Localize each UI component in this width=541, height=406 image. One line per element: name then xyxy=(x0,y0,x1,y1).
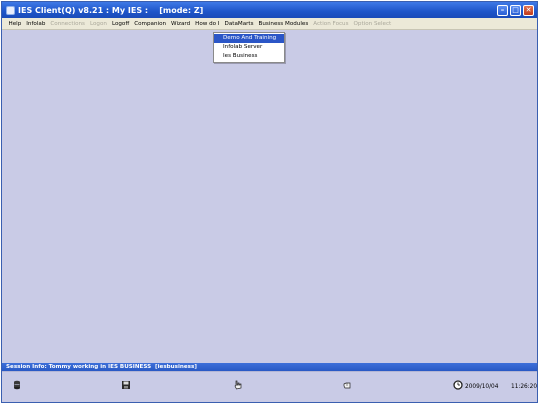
save-icon[interactable] xyxy=(121,380,131,390)
menu-option-select: Option Select xyxy=(353,20,392,27)
menu-connections: Connections xyxy=(50,20,85,27)
datamarts-dropdown: Demo And Training Infolab Server Ies Bus… xyxy=(213,32,285,63)
hand-pointer-icon[interactable] xyxy=(233,380,243,390)
menu-logoff[interactable]: Logoff xyxy=(109,21,131,27)
dropdown-item-ies-business[interactable]: Ies Business xyxy=(214,52,284,61)
menu-wizard[interactable]: Wizard xyxy=(169,21,193,27)
close-button[interactable]: ✕ xyxy=(523,4,534,16)
menu-logon: Logon xyxy=(89,20,107,27)
menu-business-modules[interactable]: Business Modules xyxy=(256,21,311,27)
dropdown-item-infolab-server[interactable]: Infolab Server xyxy=(214,43,284,52)
hand-icon[interactable] xyxy=(342,380,352,390)
title-bar[interactable]: IES Client(Q) v8.21 : My IES : [mode: Z]… xyxy=(2,2,537,18)
menu-infolab[interactable]: Infolab xyxy=(24,21,48,27)
minimize-button[interactable]: – xyxy=(497,4,508,16)
clock-icon xyxy=(453,380,463,390)
status-time: 11:26:20 xyxy=(511,384,538,390)
app-window: IES Client(Q) v8.21 : My IES : [mode: Z]… xyxy=(1,1,538,403)
maximize-button[interactable]: □ xyxy=(510,4,521,16)
window-controls: – □ ✕ xyxy=(497,4,534,16)
menu-companion[interactable]: Companion xyxy=(132,21,169,27)
status-bar: 2009/10/04 11:26:20 xyxy=(2,371,537,402)
menu-help[interactable]: Help xyxy=(6,21,24,27)
menu-action-focus: Action Focus xyxy=(313,20,349,27)
window-title: IES Client(Q) v8.21 : My IES : [mode: Z] xyxy=(18,5,204,15)
menu-bar: Help Infolab Connections Logon Logoff Co… xyxy=(2,18,537,30)
menu-datamarts[interactable]: DataMarts xyxy=(222,21,256,27)
app-icon xyxy=(6,5,15,15)
main-workspace xyxy=(2,30,537,364)
dropdown-item-demo-and-training[interactable]: Demo And Training xyxy=(214,34,284,43)
database-icon[interactable] xyxy=(12,380,22,390)
menu-how-do-i[interactable]: How do I xyxy=(193,21,222,27)
status-date: 2009/10/04 xyxy=(465,384,499,390)
